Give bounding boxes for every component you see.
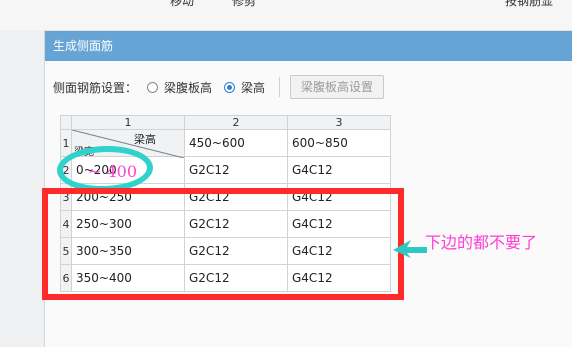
background-side-panel <box>0 30 45 347</box>
table-cell[interactable]: G4C12 <box>287 156 391 184</box>
radio-beam-height-label: 梁高 <box>241 80 266 95</box>
radio-selected-icon <box>224 81 236 93</box>
ellipse-annotation-text: ~ 400 <box>88 162 138 181</box>
dialog-title: 生成侧面筋 <box>45 31 572 61</box>
radio-icon <box>147 81 159 93</box>
settings-label: 侧面钢筋设置： <box>53 80 138 95</box>
radio-web-height[interactable]: 梁腹板高 <box>147 79 212 96</box>
table-cell[interactable]: 600~850 <box>287 129 391 157</box>
highlight-box <box>42 188 404 300</box>
radio-web-height-label: 梁腹板高 <box>164 80 213 95</box>
divider <box>279 77 281 97</box>
column-header-row: 1 2 3 <box>60 115 391 130</box>
corner-header <box>60 115 72 130</box>
toolbar-item-rebar-display[interactable]: 按钢筋显 <box>505 0 553 9</box>
background-toolbar: 移动 修剪 按钢筋显 <box>0 0 572 31</box>
side-rebar-settings: 侧面钢筋设置： 梁腹板高 梁高 梁腹板高设置 <box>53 75 385 99</box>
column-header[interactable]: 3 <box>287 115 391 130</box>
column-header[interactable]: 2 <box>184 115 288 130</box>
row-number: 1 <box>60 129 72 157</box>
toolbar-item-move[interactable]: 移动 <box>170 0 194 9</box>
arrow-icon <box>393 240 427 258</box>
web-height-settings-button[interactable]: 梁腹板高设置 <box>290 75 385 99</box>
table-cell[interactable]: G2C12 <box>184 156 288 184</box>
table-cell[interactable]: 450~600 <box>184 129 288 157</box>
beam-height-header: 梁高 <box>134 133 156 146</box>
radio-beam-height[interactable]: 梁高 <box>224 79 265 96</box>
column-header[interactable]: 1 <box>71 115 185 130</box>
toolbar-item-trim[interactable]: 修剪 <box>232 0 256 9</box>
annotation-note: 下边的都不要了 <box>425 233 538 252</box>
